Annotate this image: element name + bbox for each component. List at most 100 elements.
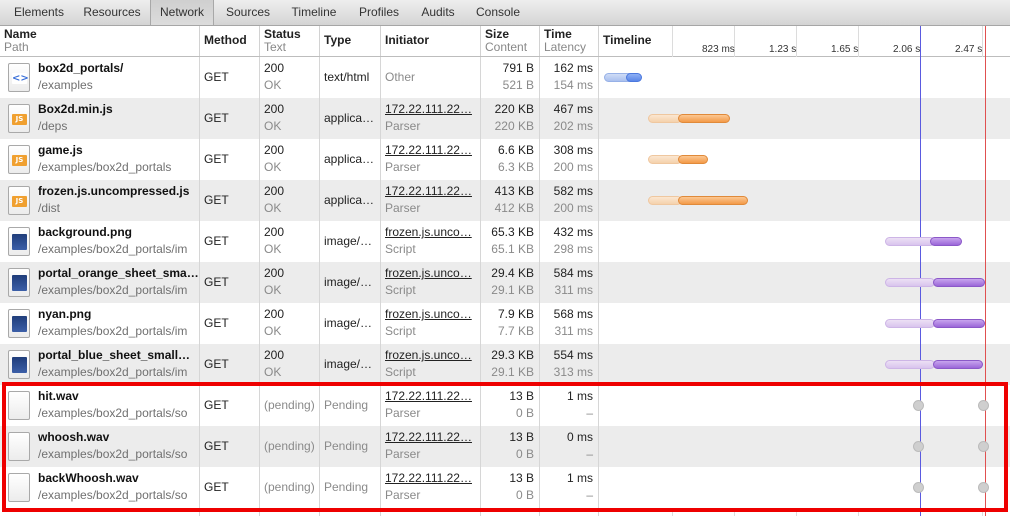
download-bar[interactable]: [626, 73, 642, 82]
tab-network[interactable]: Network: [150, 0, 214, 25]
column-subtitle: Path: [4, 40, 29, 54]
tab-audits[interactable]: Audits: [414, 0, 462, 25]
latency-bar[interactable]: [648, 155, 682, 164]
name-cell[interactable]: hit.wav/examples/box2d_portals/so: [0, 385, 199, 426]
initiator-link[interactable]: 172.22.111.22…: [385, 102, 472, 117]
request-row[interactable]: JS game.js/examples/box2d_portals GET 200 OK…: [0, 139, 1010, 180]
content-size-text: 65.1 KB: [491, 242, 534, 256]
initiator-link[interactable]: frozen.js.unco…: [385, 266, 472, 281]
request-row[interactable]: nyan.png/examples/box2d_portals/im GET 200…: [0, 303, 1010, 344]
initiator-cell[interactable]: 172.22.111.22… Parser: [380, 139, 480, 180]
tab-console[interactable]: Console: [470, 0, 526, 25]
status-cell: 200 OK: [259, 221, 319, 262]
tab-timeline[interactable]: Timeline: [284, 0, 344, 25]
resource-path: /examples/box2d_portals/so: [38, 488, 188, 502]
initiator-cell[interactable]: 172.22.111.22… Parser: [380, 426, 480, 467]
request-row[interactable]: backWhoosh.wav/examples/box2d_portals/so…: [0, 467, 1010, 508]
timeline-cell: [598, 467, 1010, 508]
initiator-cell[interactable]: frozen.js.unco… Script: [380, 221, 480, 262]
latency-bar[interactable]: [885, 278, 935, 287]
name-cell[interactable]: JS frozen.js.uncompressed.js/dist: [0, 180, 199, 221]
initiator-type: Script: [385, 324, 416, 338]
request-row[interactable]: whoosh.wav/examples/box2d_portals/so GET (…: [0, 426, 1010, 467]
column-header-method[interactable]: Method: [199, 26, 259, 56]
name-cell[interactable]: backWhoosh.wav/examples/box2d_portals/so: [0, 467, 199, 508]
column-header-status[interactable]: Status Text: [259, 26, 319, 56]
type-cell: image/…: [319, 262, 380, 303]
latency-bar[interactable]: [885, 360, 935, 369]
column-header-name[interactable]: Name Path: [0, 26, 199, 56]
image-glyph: [12, 234, 27, 250]
download-bar[interactable]: [678, 155, 708, 164]
column-title: Initiator: [385, 33, 429, 47]
image-icon: [8, 309, 30, 338]
method-text: GET: [204, 480, 229, 494]
name-cell[interactable]: portal_blue_sheet_small… /examples/box2d_…: [0, 344, 199, 385]
initiator-link[interactable]: 172.22.111.22…: [385, 143, 472, 158]
name-cell[interactable]: whoosh.wav/examples/box2d_portals/so: [0, 426, 199, 467]
request-row[interactable]: JS frozen.js.uncompressed.js/dist GET 200 OK…: [0, 180, 1010, 221]
column-header-time[interactable]: Time Latency: [539, 26, 598, 56]
initiator-cell[interactable]: 172.22.111.22… Parser: [380, 385, 480, 426]
initiator-type: Parser: [385, 488, 421, 502]
initiator-cell[interactable]: frozen.js.unco… Script: [380, 344, 480, 385]
tab-elements[interactable]: Elements: [4, 0, 74, 25]
request-row[interactable]: JS Box2d.min.js/deps GET 200 OK applica… 172.2…: [0, 98, 1010, 139]
method-cell: GET: [199, 426, 259, 467]
name-cell[interactable]: JS Box2d.min.js/deps: [0, 98, 199, 139]
resource-name: Box2d.min.js: [38, 102, 113, 116]
size-text: 7.9 KB: [497, 307, 534, 321]
download-bar[interactable]: [678, 114, 730, 123]
tab-profiles[interactable]: Profiles: [352, 0, 406, 25]
name-cell[interactable]: nyan.png/examples/box2d_portals/im: [0, 303, 199, 344]
initiator-link[interactable]: 172.22.111.22…: [385, 184, 472, 199]
tab-sources[interactable]: Sources: [220, 0, 276, 25]
request-row[interactable]: portal_orange_sheet_sma… /examples/box2d_…: [0, 262, 1010, 303]
download-bar[interactable]: [678, 196, 748, 205]
tab-resources[interactable]: Resources: [76, 0, 148, 25]
latency-bar[interactable]: [885, 319, 935, 328]
size-cell: 6.6 KB 6.3 KB: [480, 139, 539, 180]
method-cell: GET: [199, 57, 259, 98]
initiator-link[interactable]: 172.22.111.22…: [385, 430, 472, 445]
name-cell[interactable]: <> box2d_portals/ /examples: [0, 57, 199, 98]
latency-bar[interactable]: [885, 237, 935, 246]
latency-bar[interactable]: [648, 114, 682, 123]
initiator-link[interactable]: frozen.js.unco…: [385, 225, 472, 240]
request-row[interactable]: <> box2d_portals/ /examples GET 200 OK text/ht…: [0, 57, 1010, 98]
initiator-link[interactable]: frozen.js.unco…: [385, 307, 472, 322]
initiator-link[interactable]: 172.22.111.22…: [385, 389, 472, 404]
timeline-cell: [598, 385, 1010, 426]
request-row[interactable]: background.png/examples/box2d_portals/im…: [0, 221, 1010, 262]
initiator-link[interactable]: 172.22.111.22…: [385, 471, 472, 486]
column-title: Method: [204, 33, 247, 47]
status-cell: 200 OK: [259, 139, 319, 180]
download-bar[interactable]: [930, 237, 962, 246]
initiator-link[interactable]: frozen.js.unco…: [385, 348, 472, 363]
column-header-size[interactable]: Size Content: [480, 26, 539, 56]
initiator-cell[interactable]: 172.22.111.22… Parser: [380, 98, 480, 139]
column-header-type[interactable]: Type: [319, 26, 380, 56]
download-bar[interactable]: [933, 360, 983, 369]
initiator-cell[interactable]: frozen.js.unco… Script: [380, 303, 480, 344]
download-bar[interactable]: [933, 278, 985, 287]
name-cell[interactable]: background.png/examples/box2d_portals/im: [0, 221, 199, 262]
initiator-type: Parser: [385, 119, 421, 133]
timeline-tick-label: 1.65 s: [831, 44, 859, 55]
request-row[interactable]: portal_blue_sheet_small… /examples/box2d_…: [0, 344, 1010, 385]
column-header-initiator[interactable]: Initiator: [380, 26, 480, 56]
time-text: 432 ms: [553, 225, 593, 239]
name-cell[interactable]: JS game.js/examples/box2d_portals: [0, 139, 199, 180]
column-header-timeline[interactable]: Timeline: [598, 26, 1010, 56]
download-bar[interactable]: [933, 319, 985, 328]
initiator-cell[interactable]: 172.22.111.22… Parser: [380, 180, 480, 221]
column-title: Type: [324, 33, 352, 47]
initiator-cell[interactable]: frozen.js.unco… Script: [380, 262, 480, 303]
status-code: (pending): [264, 439, 315, 453]
initiator-cell[interactable]: 172.22.111.22… Parser: [380, 467, 480, 508]
name-cell[interactable]: portal_orange_sheet_sma… /examples/box2d_…: [0, 262, 199, 303]
initiator-type: Script: [385, 365, 416, 379]
image-glyph: [12, 316, 27, 332]
latency-bar[interactable]: [648, 196, 682, 205]
request-row[interactable]: hit.wav/examples/box2d_portals/so GET (pen…: [0, 385, 1010, 426]
